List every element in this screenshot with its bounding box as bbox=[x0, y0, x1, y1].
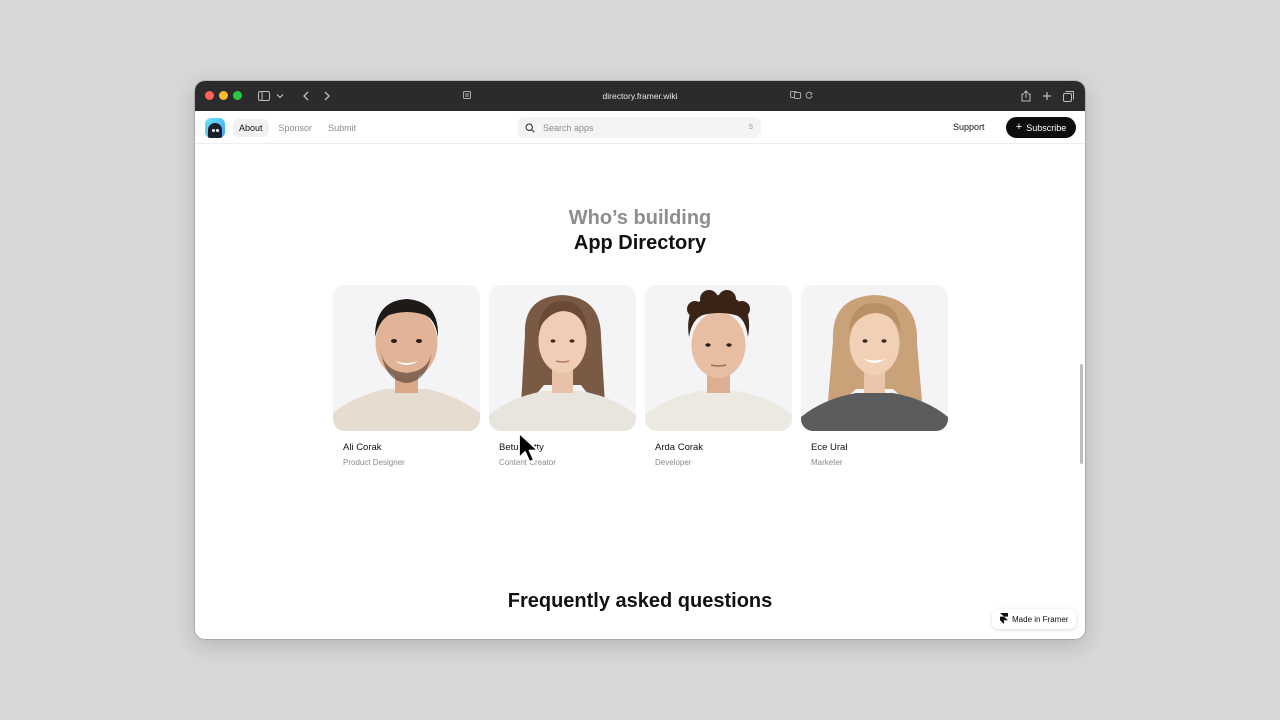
member-photo bbox=[333, 285, 480, 431]
team-grid: Ali Corak Product Designer Betul Content… bbox=[333, 285, 948, 467]
faq-heading: Frequently asked questions bbox=[507, 590, 773, 612]
back-icon[interactable] bbox=[299, 89, 313, 103]
team-member-card[interactable]: Betul Yetty Content Creator bbox=[489, 285, 636, 467]
main-nav: About Sponsor Submit bbox=[233, 119, 362, 137]
new-tab-icon[interactable] bbox=[1040, 89, 1054, 103]
chevron-down-icon[interactable] bbox=[273, 89, 287, 103]
team-member-card[interactable]: Ece Ural Marketer bbox=[801, 285, 948, 467]
member-name: Arda Corak bbox=[655, 442, 704, 453]
framer-logo-icon bbox=[1000, 612, 1008, 626]
member-role: Developer bbox=[655, 458, 692, 467]
mouse-pointer-icon bbox=[517, 431, 541, 470]
sidebar-toggle-icon[interactable] bbox=[257, 89, 271, 103]
tab-overview-icon[interactable] bbox=[1061, 89, 1075, 103]
close-window-button[interactable] bbox=[205, 91, 214, 100]
member-photo bbox=[489, 285, 636, 431]
window-controls bbox=[205, 91, 242, 100]
minimize-window-button[interactable] bbox=[219, 91, 228, 100]
member-photo bbox=[801, 285, 948, 431]
search-box[interactable]: S bbox=[517, 117, 761, 138]
support-button[interactable]: Support bbox=[949, 120, 989, 134]
address-bar[interactable]: directory.framer.wiki bbox=[457, 87, 823, 105]
zoom-window-button[interactable] bbox=[233, 91, 242, 100]
search-icon bbox=[525, 122, 535, 133]
member-name: Ece Ural bbox=[811, 442, 848, 453]
made-in-framer-badge[interactable]: Made in Framer bbox=[992, 609, 1077, 629]
site-header: About Sponsor Submit S Support + Subscri… bbox=[195, 111, 1085, 144]
member-role: Marketer bbox=[811, 458, 843, 467]
search-shortcut-hint: S bbox=[748, 124, 753, 131]
team-section-heading: Who’s building App Directory bbox=[195, 206, 1085, 256]
browser-window: directory.framer.wiki About Sponsor Subm… bbox=[195, 81, 1085, 639]
heading-line-top: Who’s building bbox=[568, 207, 712, 229]
nav-item-submit[interactable]: Submit bbox=[322, 119, 362, 137]
nav-item-sponsor[interactable]: Sponsor bbox=[273, 119, 319, 137]
reload-icon[interactable] bbox=[805, 91, 813, 101]
subscribe-button[interactable]: + Subscribe bbox=[1006, 117, 1076, 138]
member-name: Ali Corak bbox=[343, 442, 382, 453]
translate-icon[interactable] bbox=[790, 91, 801, 101]
search-input[interactable] bbox=[543, 122, 749, 133]
share-icon[interactable] bbox=[1019, 89, 1033, 103]
nav-item-about[interactable]: About bbox=[233, 119, 269, 137]
team-member-card[interactable]: Arda Corak Developer bbox=[645, 285, 792, 467]
url-text[interactable]: directory.framer.wiki bbox=[603, 91, 678, 101]
page-content: Who’s building App Directory Ali Corak P… bbox=[195, 144, 1085, 639]
made-in-framer-label: Made in Framer bbox=[1012, 614, 1069, 624]
plus-icon: + bbox=[1015, 120, 1023, 133]
browser-toolbar: directory.framer.wiki bbox=[195, 81, 1085, 111]
scrollbar-thumb[interactable] bbox=[1080, 364, 1083, 464]
subscribe-label: Subscribe bbox=[1026, 122, 1067, 133]
member-role: Product Designer bbox=[343, 458, 405, 467]
member-photo bbox=[645, 285, 792, 431]
team-member-card[interactable]: Ali Corak Product Designer bbox=[333, 285, 480, 467]
app-directory-logo[interactable] bbox=[205, 118, 225, 138]
heading-line-bottom: App Directory bbox=[573, 232, 707, 254]
page-menu-icon[interactable] bbox=[463, 91, 471, 101]
forward-icon[interactable] bbox=[320, 89, 334, 103]
